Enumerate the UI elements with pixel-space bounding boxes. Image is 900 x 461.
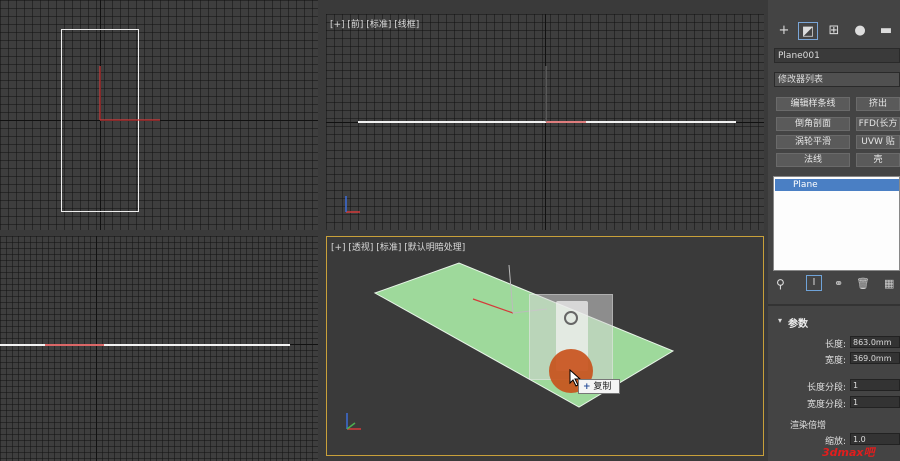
params-title[interactable]: 参数 xyxy=(788,315,808,330)
turbosmooth-button[interactable]: 涡轮平滑 xyxy=(776,135,850,149)
stack-item-plane[interactable]: Plane xyxy=(775,179,899,191)
shell-button[interactable]: 壳 xyxy=(856,153,900,167)
length-segs-label: 长度分段: xyxy=(806,383,846,393)
remove-modifier-icon[interactable]: 🗑 xyxy=(856,277,870,290)
transform-gizmo xyxy=(45,344,104,346)
pin-icon[interactable]: ⚲ xyxy=(776,277,785,291)
width-field[interactable]: 369.0mm xyxy=(850,352,900,364)
axis-tripod-icon xyxy=(345,66,586,213)
length-label: 长度: xyxy=(824,340,846,350)
plus-icon: + xyxy=(583,382,591,392)
show-end-result-icon[interactable]: I xyxy=(806,275,822,291)
display-icon[interactable]: ▬ xyxy=(876,22,896,40)
create-icon[interactable]: + xyxy=(774,22,794,40)
length-segs-field[interactable]: 1 xyxy=(850,379,900,391)
extrude-button[interactable]: 挤出 xyxy=(856,97,900,111)
bevel-profile-button[interactable]: 倒角剖面 xyxy=(776,117,850,131)
modifier-list-dropdown[interactable]: 修改器列表 xyxy=(774,72,900,87)
make-unique-icon[interactable]: ⚭ xyxy=(834,277,843,290)
width-segs-label: 宽度分段: xyxy=(806,400,846,410)
render-mult-label: 渲染倍增 xyxy=(790,421,827,431)
viewport-perspective[interactable]: [+] [透视] [标准] [默认明暗处理] xyxy=(326,236,764,456)
motion-icon[interactable]: ● xyxy=(850,22,870,40)
modify-icon[interactable]: ◩ xyxy=(798,22,818,40)
hierarchy-icon[interactable]: ⊞ xyxy=(824,22,844,40)
collapse-arrow-icon[interactable]: ▾ xyxy=(778,316,782,325)
viewport-top[interactable] xyxy=(0,0,318,230)
width-label: 宽度: xyxy=(824,356,846,366)
transform-gizmo xyxy=(99,66,160,121)
uvw-map-button[interactable]: UVW 贴 xyxy=(856,135,900,149)
copy-tooltip: + 复制 xyxy=(578,379,620,394)
normal-button[interactable]: 法线 xyxy=(776,153,850,167)
divider xyxy=(768,304,900,306)
viewport-left[interactable] xyxy=(0,236,318,461)
viewport-front[interactable]: [+] [前] [标准] [线框] xyxy=(326,14,764,230)
ffd-button[interactable]: FFD(长方 xyxy=(856,117,900,131)
watermark: 3dmax吧 xyxy=(822,446,875,459)
copy-label: 复制 xyxy=(593,382,612,392)
configure-sets-icon[interactable]: ▦ xyxy=(884,277,894,290)
width-segs-field[interactable]: 1 xyxy=(850,396,900,408)
edit-spline-button[interactable]: 编辑样条线 xyxy=(776,97,850,111)
object-name-field[interactable]: Plane001 xyxy=(774,48,900,63)
length-field[interactable]: 863.0mm xyxy=(850,336,900,348)
modifier-stack[interactable]: Plane xyxy=(773,176,900,271)
